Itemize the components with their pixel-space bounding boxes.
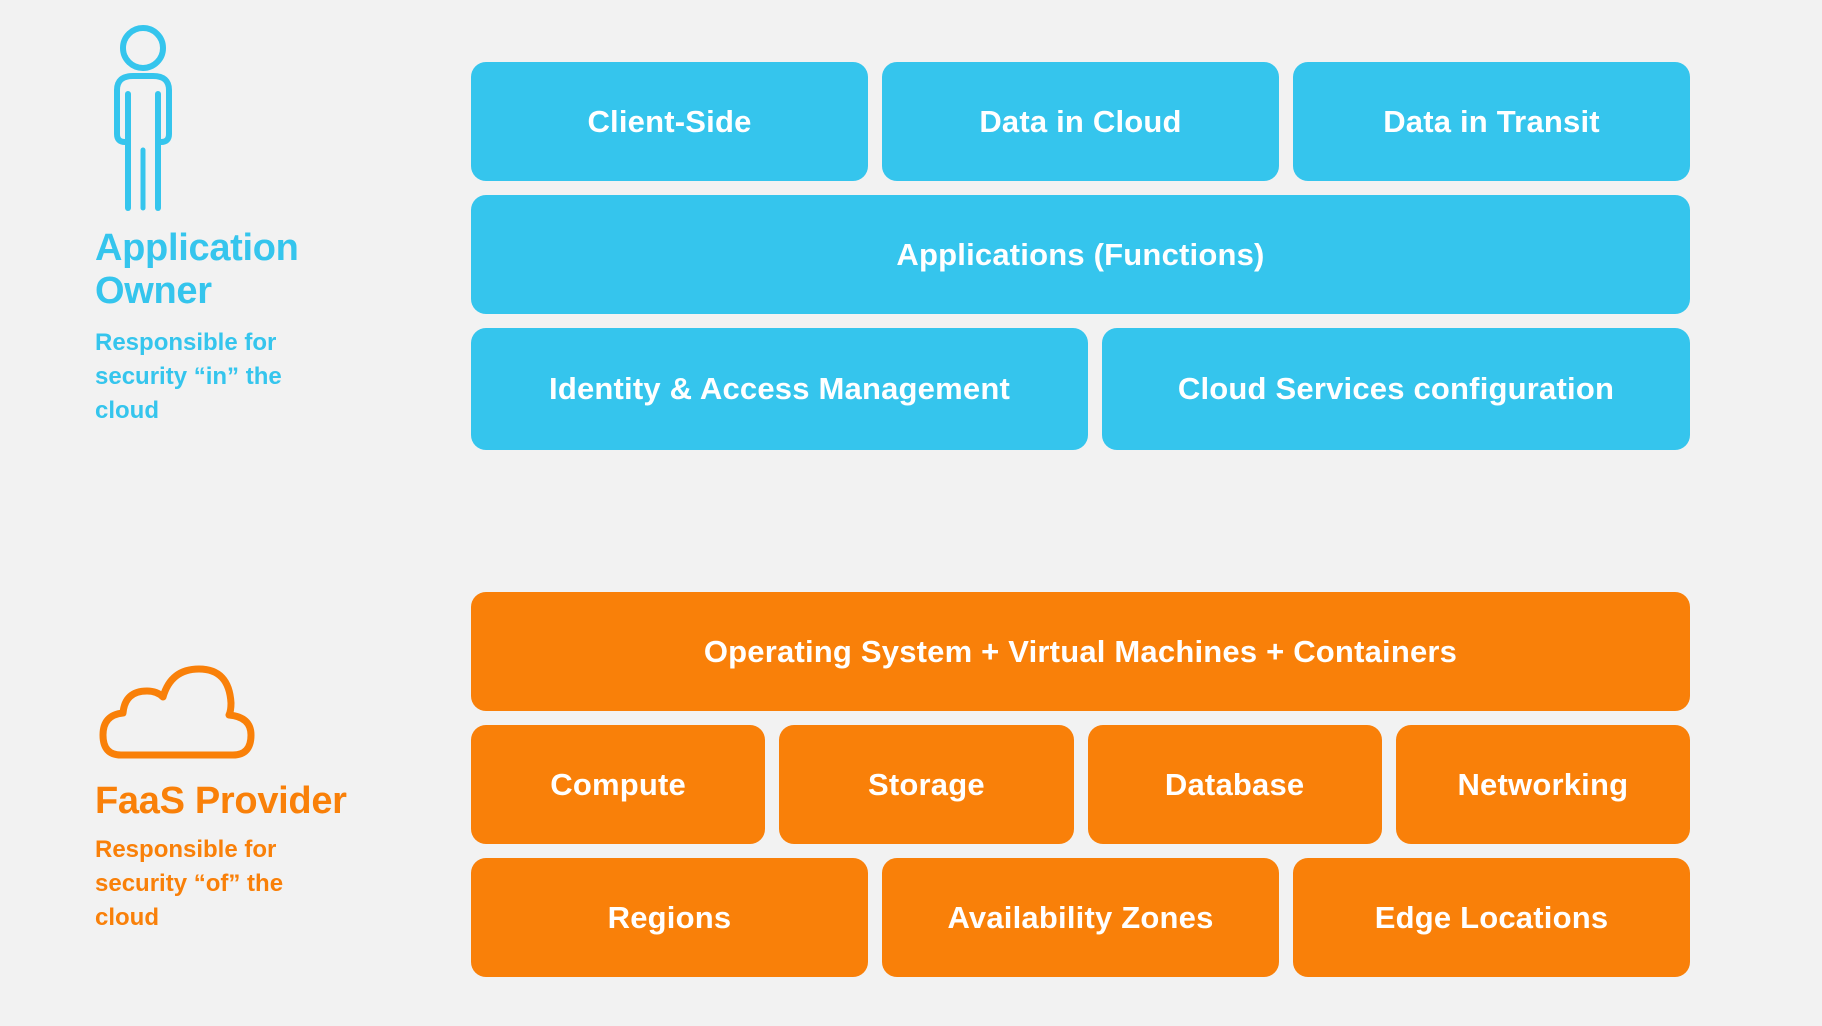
responsibility-box-edge-locations[interactable]: Edge Locations (1293, 858, 1690, 977)
responsibility-box-client-side[interactable]: Client-Side (471, 62, 868, 181)
stack-row: Compute Storage Database Networking (471, 725, 1690, 844)
person-icon (95, 22, 395, 217)
legend-subtitle-application-owner: Responsible for security “in” the cloud (95, 329, 282, 425)
responsibility-box-storage[interactable]: Storage (779, 725, 1074, 844)
stack-row: Applications (Functions) (471, 195, 1690, 314)
legend-faas-provider: FaaS Provider Responsible for security “… (95, 655, 395, 935)
responsibility-box-availability-zones[interactable]: Availability Zones (882, 858, 1279, 977)
responsibility-stack-faas-provider: Operating System + Virtual Machines + Co… (471, 592, 1690, 977)
responsibility-box-compute[interactable]: Compute (471, 725, 766, 844)
stack-row: Regions Availability Zones Edge Location… (471, 858, 1690, 977)
stack-row: Client-Side Data in Cloud Data in Transi… (471, 62, 1690, 181)
stack-row: Operating System + Virtual Machines + Co… (471, 592, 1690, 711)
responsibility-box-cloud-services-configuration[interactable]: Cloud Services configuration (1102, 328, 1690, 450)
legend-title-application-owner: Application Owner (95, 227, 299, 312)
responsibility-box-identity-access-management[interactable]: Identity & Access Management (471, 328, 1088, 450)
legend-application-owner: Application Owner Responsible for securi… (95, 22, 395, 428)
responsibility-stack-application-owner: Client-Side Data in Cloud Data in Transi… (471, 62, 1690, 450)
cloud-icon (95, 655, 395, 770)
responsibility-box-operating-system-vms-containers[interactable]: Operating System + Virtual Machines + Co… (471, 592, 1690, 711)
responsibility-box-database[interactable]: Database (1087, 725, 1382, 844)
legend-title-faas-provider: FaaS Provider (95, 780, 347, 822)
responsibility-box-data-in-transit[interactable]: Data in Transit (1293, 62, 1690, 181)
legend-subtitle-faas-provider: Responsible for security “of” the cloud (95, 835, 284, 931)
responsibility-box-networking[interactable]: Networking (1395, 725, 1690, 844)
responsibility-box-applications-functions[interactable]: Applications (Functions) (471, 195, 1690, 314)
responsibility-box-data-in-cloud[interactable]: Data in Cloud (882, 62, 1279, 181)
shared-responsibility-diagram: Application Owner Responsible for securi… (0, 0, 1822, 1026)
stack-row: Identity & Access Management Cloud Servi… (471, 328, 1690, 450)
responsibility-box-regions[interactable]: Regions (471, 858, 868, 977)
